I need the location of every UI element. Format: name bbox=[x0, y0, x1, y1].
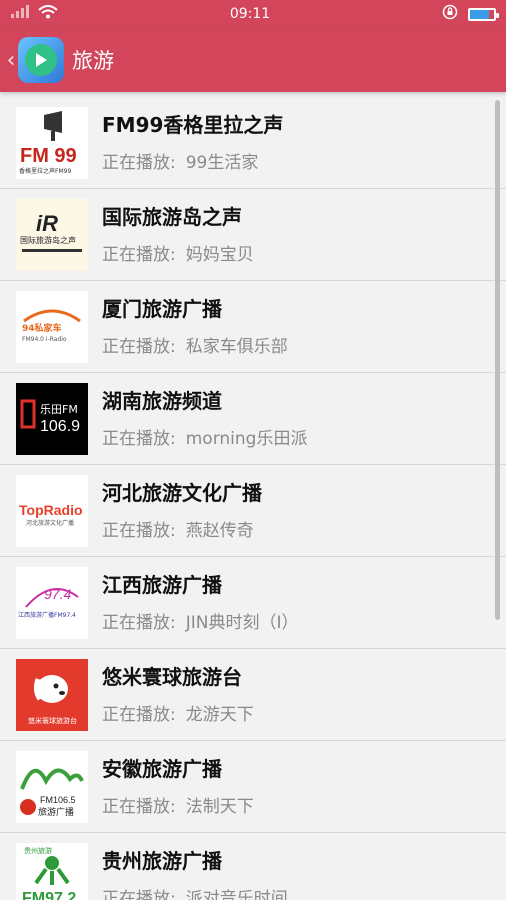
clock: 09:11 bbox=[229, 6, 271, 22]
now-playing-label: 正在播放: bbox=[102, 888, 176, 900]
now-playing: 正在播放: JIN典时刻（I） bbox=[102, 612, 299, 634]
station-logo: 悠米寰球旅游台 bbox=[16, 658, 88, 731]
station-name: 贵州旅游广播 bbox=[102, 848, 222, 873]
station-text: 贵州旅游广播 正在播放: 派对音乐时间 bbox=[102, 848, 288, 900]
page-title: 旅游 bbox=[72, 49, 114, 73]
station-logo: iR 国际旅游岛之声 bbox=[16, 198, 88, 271]
battery-icon bbox=[467, 7, 499, 21]
station-text: FM99香格里拉之声 正在播放: 99生活家 bbox=[102, 112, 283, 174]
now-playing: 正在播放: 燕赵传奇 bbox=[102, 520, 262, 542]
logo-hunan-big: 106.9 bbox=[40, 418, 80, 435]
station-row[interactable]: TopRadio 河北旅游文化广播 河北旅游文化广播 正在播放: 燕赵传奇 bbox=[0, 465, 506, 557]
program-name: 私家车俱乐部 bbox=[185, 336, 288, 357]
station-name: 国际旅游岛之声 bbox=[102, 204, 242, 229]
logo-hebei-big: TopRadio bbox=[19, 502, 83, 518]
now-playing: 正在播放: morning乐田派 bbox=[102, 428, 307, 450]
station-name: 安徽旅游广播 bbox=[102, 756, 222, 781]
now-playing-label: 正在播放: bbox=[102, 336, 176, 357]
logo-anhui-big: FM106.5 bbox=[40, 795, 76, 805]
now-playing-label: 正在播放: bbox=[102, 796, 176, 817]
program-name: 燕赵传奇 bbox=[185, 520, 254, 541]
logo-fm99-big: FM 99 bbox=[20, 145, 77, 167]
program-name: 法制天下 bbox=[185, 796, 254, 817]
station-text: 河北旅游文化广播 正在播放: 燕赵传奇 bbox=[102, 480, 262, 542]
now-playing: 正在播放: 派对音乐时间 bbox=[102, 888, 288, 900]
back-chevron-icon[interactable]: ‹ bbox=[4, 45, 18, 75]
now-playing-label: 正在播放: bbox=[102, 704, 176, 725]
app-bar: ‹ 旅游 bbox=[0, 28, 506, 92]
now-playing-label: 正在播放: bbox=[102, 152, 176, 173]
station-logo: 97.4 江西旅游广播FM97.4 bbox=[16, 566, 88, 639]
program-name: 派对音乐时间 bbox=[185, 888, 288, 900]
program-name: JIN典时刻（I） bbox=[185, 612, 299, 633]
now-playing-label: 正在播放: bbox=[102, 428, 176, 449]
station-text: 厦门旅游广播 正在播放: 私家车俱乐部 bbox=[102, 296, 288, 358]
now-playing-label: 正在播放: bbox=[102, 612, 176, 633]
logo-fm99-small: 香格里拉之声FM99 bbox=[19, 167, 71, 175]
program-name: 99生活家 bbox=[185, 152, 259, 173]
logo-hainan-small: 国际旅游岛之声 bbox=[20, 235, 76, 245]
station-row[interactable]: 乐田FM 106.9 湖南旅游频道 正在播放: morning乐田派 bbox=[0, 373, 506, 465]
now-playing: 正在播放: 妈妈宝贝 bbox=[102, 244, 254, 266]
station-row[interactable]: iR 国际旅游岛之声 国际旅游岛之声 正在播放: 妈妈宝贝 bbox=[0, 189, 506, 281]
station-text: 安徽旅游广播 正在播放: 法制天下 bbox=[102, 756, 254, 818]
station-text: 悠米寰球旅游台 正在播放: 龙游天下 bbox=[102, 664, 254, 726]
station-name: 湖南旅游频道 bbox=[102, 388, 222, 413]
logo-anhui-small: 旅游广播 bbox=[38, 806, 74, 818]
station-name: 江西旅游广播 bbox=[102, 572, 222, 597]
station-logo: 贵州旅游 FM97.2 bbox=[16, 842, 88, 900]
wifi-icon bbox=[38, 5, 58, 23]
logo-hebei-small: 河北旅游文化广播 bbox=[26, 519, 74, 527]
logo-hainan-big: iR bbox=[36, 211, 58, 236]
station-name: 厦门旅游广播 bbox=[102, 296, 222, 321]
station-row[interactable]: FM106.5 旅游广播 安徽旅游广播 正在播放: 法制天下 bbox=[0, 741, 506, 833]
station-name: FM99香格里拉之声 bbox=[102, 112, 284, 137]
program-name: 妈妈宝贝 bbox=[185, 244, 254, 265]
now-playing: 正在播放: 99生活家 bbox=[102, 152, 283, 174]
station-logo: FM 99 香格里拉之声FM99 bbox=[16, 106, 88, 179]
logo-xiamen-big: 94私家车 bbox=[22, 322, 62, 334]
program-name: 龙游天下 bbox=[185, 704, 254, 725]
logo-jiangxi-small: 江西旅游广播FM97.4 bbox=[18, 611, 76, 619]
now-playing: 正在播放: 法制天下 bbox=[102, 796, 254, 818]
app-logo[interactable] bbox=[18, 37, 64, 83]
logo-jiangxi-big: 97.4 bbox=[44, 586, 71, 602]
now-playing: 正在播放: 龙游天下 bbox=[102, 704, 254, 726]
play-icon bbox=[25, 44, 57, 76]
station-logo: 94私家车 FM94.0 i-Radio bbox=[16, 290, 88, 363]
logo-guizhou-big: FM97.2 bbox=[22, 890, 76, 900]
scrollbar[interactable] bbox=[495, 100, 500, 620]
station-row[interactable]: 97.4 江西旅游广播FM97.4 江西旅游广播 正在播放: JIN典时刻（I） bbox=[0, 557, 506, 649]
station-logo: FM106.5 旅游广播 bbox=[16, 750, 88, 823]
program-name: morning乐田派 bbox=[185, 428, 308, 449]
station-list[interactable]: FM 99 香格里拉之声FM99 FM99香格里拉之声 正在播放: 99生活家 i… bbox=[0, 97, 506, 900]
station-text: 江西旅游广播 正在播放: JIN典时刻（I） bbox=[102, 572, 299, 634]
logo-youmi-small: 悠米寰球旅游台 bbox=[28, 716, 77, 725]
station-row[interactable]: 贵州旅游 FM97.2 贵州旅游广播 正在播放: 派对音乐时间 bbox=[0, 833, 506, 900]
now-playing-label: 正在播放: bbox=[102, 244, 176, 265]
station-text: 国际旅游岛之声 正在播放: 妈妈宝贝 bbox=[102, 204, 254, 266]
status-right bbox=[442, 4, 499, 24]
logo-xiamen-small: FM94.0 i-Radio bbox=[22, 336, 67, 343]
signal-icon bbox=[10, 5, 30, 23]
station-row[interactable]: 悠米寰球旅游台 悠米寰球旅游台 正在播放: 龙游天下 bbox=[0, 649, 506, 741]
logo-hunan-small: 乐田FM bbox=[40, 403, 78, 416]
station-name: 悠米寰球旅游台 bbox=[102, 664, 242, 689]
now-playing-label: 正在播放: bbox=[102, 520, 176, 541]
status-left bbox=[10, 5, 58, 23]
station-logo: TopRadio 河北旅游文化广播 bbox=[16, 474, 88, 547]
station-text: 湖南旅游频道 正在播放: morning乐田派 bbox=[102, 388, 307, 450]
station-row[interactable]: FM 99 香格里拉之声FM99 FM99香格里拉之声 正在播放: 99生活家 bbox=[0, 97, 506, 189]
now-playing: 正在播放: 私家车俱乐部 bbox=[102, 336, 288, 358]
station-logo: 乐田FM 106.9 bbox=[16, 382, 88, 455]
rotation-lock-icon bbox=[442, 4, 458, 24]
station-name: 河北旅游文化广播 bbox=[102, 480, 262, 505]
station-row[interactable]: 94私家车 FM94.0 i-Radio 厦门旅游广播 正在播放: 私家车俱乐部 bbox=[0, 281, 506, 373]
status-bar: 09:11 bbox=[0, 0, 506, 28]
logo-guizhou-small: 贵州旅游 bbox=[24, 846, 52, 855]
